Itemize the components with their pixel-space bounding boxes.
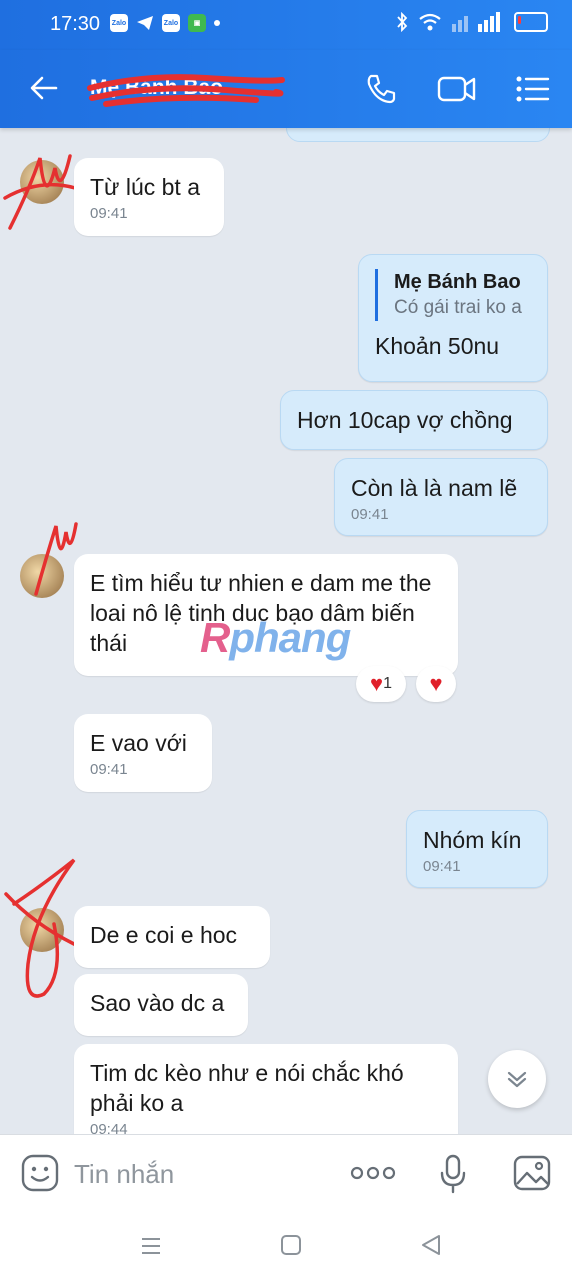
redaction-scribble bbox=[87, 74, 285, 107]
message-time: 09:44 bbox=[90, 1121, 128, 1134]
message-text: Hơn 10cap vợ chồng bbox=[297, 407, 513, 433]
message-bubble-incoming[interactable]: Sao vào dc a bbox=[74, 974, 248, 1036]
message-bubble-outgoing[interactable]: Nhóm kín 09:41 bbox=[406, 810, 548, 888]
redaction-scribble bbox=[3, 154, 77, 230]
arrow-left-icon[interactable] bbox=[28, 72, 60, 104]
message-text: Từ lúc bt a bbox=[90, 174, 200, 200]
message-time: 09:41 bbox=[90, 761, 128, 778]
heart-icon: ♥ bbox=[370, 671, 384, 696]
more-notifications-icon bbox=[214, 20, 220, 26]
composer: Tin nhắn bbox=[0, 1134, 572, 1213]
microphone-icon[interactable] bbox=[438, 1153, 468, 1195]
message-time: 09:41 bbox=[423, 858, 461, 875]
reaction-count: 1 bbox=[383, 675, 392, 692]
message-bubble-outgoing[interactable]: Hơn 10cap vợ chồng bbox=[280, 390, 548, 450]
message-text: Sao vào dc a bbox=[90, 990, 225, 1016]
video-camera-icon[interactable] bbox=[436, 72, 478, 106]
heart-icon: ♥ bbox=[429, 671, 443, 696]
image-gallery-icon[interactable] bbox=[512, 1153, 552, 1193]
message-text: De e coi e hoc bbox=[90, 922, 238, 948]
redaction-scribble bbox=[4, 858, 76, 998]
recent-apps-icon[interactable] bbox=[140, 1236, 162, 1256]
message-bubble-outgoing[interactable]: Mẹ Bánh Bao Có gái trai ko a Khoản 50nu bbox=[358, 254, 548, 382]
list-menu-icon[interactable] bbox=[514, 72, 550, 106]
watermark: Rphang bbox=[200, 614, 351, 661]
zalo-icon: Zalo bbox=[162, 14, 180, 32]
message-list[interactable]: Từ lúc bt a 09:41 Mẹ Bánh Bao Có gái tra… bbox=[0, 128, 572, 1134]
message-bubble-outgoing[interactable]: Còn là là nam lẽ 09:41 bbox=[334, 458, 548, 536]
message-text: Còn là là nam lẽ bbox=[351, 475, 518, 501]
reaction-summary[interactable]: ♥ 1 bbox=[356, 666, 406, 702]
quoted-message[interactable]: Mẹ Bánh Bao Có gái trai ko a bbox=[375, 269, 531, 321]
message-text: Tim dc kèo như e nói chắc khó phải ko a bbox=[90, 1060, 404, 1116]
zalo-icon: Zalo bbox=[110, 14, 128, 32]
home-icon[interactable] bbox=[280, 1234, 302, 1256]
message-input[interactable]: Tin nhắn bbox=[74, 1159, 174, 1190]
react-button[interactable]: ♥ bbox=[416, 666, 456, 702]
quoted-sender: Mẹ Bánh Bao bbox=[394, 271, 521, 293]
phone-icon[interactable] bbox=[364, 72, 398, 106]
status-time: 17:30 bbox=[50, 13, 101, 35]
status-bar: 17:30 Zalo Zalo ▣ bbox=[0, 0, 572, 50]
message-text: E vao với bbox=[90, 730, 187, 756]
back-nav-icon[interactable] bbox=[420, 1234, 442, 1256]
previous-message-bubble bbox=[286, 128, 550, 142]
message-bubble-incoming[interactable]: Tim dc kèo như e nói chắc khó phải ko a … bbox=[74, 1044, 458, 1134]
telegram-icon bbox=[137, 16, 153, 30]
message-time: 09:41 bbox=[351, 506, 389, 523]
chat-header: Mẹ Bánh Bao bbox=[0, 50, 572, 128]
scroll-to-bottom-button[interactable] bbox=[488, 1050, 546, 1108]
wifi-icon bbox=[419, 13, 441, 31]
battery-level bbox=[518, 16, 521, 24]
redaction-scribble bbox=[34, 522, 78, 596]
message-bubble-incoming[interactable]: De e coi e hoc bbox=[74, 906, 270, 968]
notification-icons: Zalo Zalo ▣ bbox=[110, 14, 220, 32]
system-navigation-bar bbox=[0, 1212, 572, 1280]
message-bubble-incoming[interactable]: E vao với 09:41 bbox=[74, 714, 212, 792]
message-text: Khoản 50nu bbox=[375, 333, 500, 359]
system-icons bbox=[396, 12, 548, 32]
message-time: 09:41 bbox=[90, 205, 128, 222]
signal-icon bbox=[452, 12, 500, 32]
emoji-sticker-icon[interactable] bbox=[20, 1153, 60, 1193]
bluetooth-icon bbox=[397, 12, 408, 32]
app-icon: ▣ bbox=[188, 14, 206, 32]
chevron-double-down-icon bbox=[507, 1071, 527, 1088]
quoted-text: Có gái trai ko a bbox=[394, 297, 522, 318]
more-options-icon[interactable] bbox=[350, 1163, 396, 1183]
battery-icon bbox=[514, 12, 548, 32]
message-bubble-incoming[interactable]: Từ lúc bt a 09:41 bbox=[74, 158, 224, 236]
message-text: Nhóm kín bbox=[423, 827, 522, 853]
